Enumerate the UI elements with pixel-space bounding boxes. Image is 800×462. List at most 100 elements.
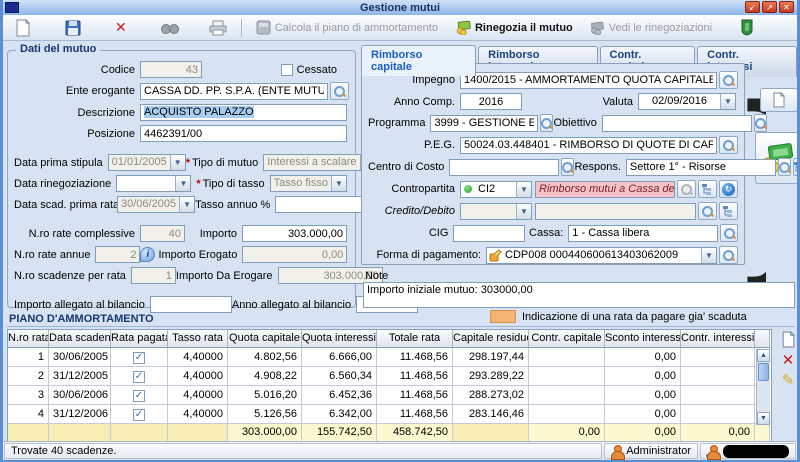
- table-row[interactable]: 2 31/12/2005 ✓ 4,40000 4.908,22 6.560,34…: [8, 367, 771, 386]
- search-icon: [702, 206, 713, 217]
- obiettivo-field[interactable]: [602, 115, 752, 132]
- importo-field[interactable]: [242, 225, 347, 242]
- ente-erogante-field[interactable]: [140, 83, 328, 100]
- search-icon: [334, 86, 345, 97]
- contropartita-tree-button[interactable]: [698, 180, 717, 198]
- info-icon[interactable]: i: [140, 247, 155, 262]
- programma-field[interactable]: [430, 115, 538, 132]
- tab-rimborso-capitale[interactable]: Rimborso capitale: [361, 45, 476, 76]
- calc-plan-icon: [256, 20, 271, 35]
- exit-button[interactable]: [734, 17, 760, 38]
- delete-row-icon[interactable]: ✕: [782, 353, 795, 368]
- new-installment-button[interactable]: [760, 88, 798, 112]
- col-data-scadenza[interactable]: Data scadenza: [49, 330, 111, 348]
- data-rinegoziazione-field[interactable]: ▼: [116, 175, 191, 192]
- cassa-label: Cassa:: [525, 227, 568, 239]
- col-quota-capitale[interactable]: Quota capitale: [228, 330, 302, 348]
- data-scad-prima-rata-label: Data scad. prima rata: [14, 199, 117, 211]
- respons-tree-button[interactable]: [793, 158, 800, 176]
- anno-comp-field[interactable]: [460, 93, 522, 110]
- dropdown-arrow-icon[interactable]: ▼: [701, 248, 716, 263]
- col-contr-capitale[interactable]: Contr. capitale: [529, 330, 605, 348]
- piano-divider: [7, 326, 795, 327]
- new-document-icon: [772, 92, 786, 108]
- piano-title: PIANO D'AMMORTAMENTO: [9, 313, 154, 325]
- peg-lookup-button[interactable]: [719, 136, 738, 154]
- forma-pagamento-field[interactable]: CDP008 000440600613403062009 ▼: [486, 247, 717, 264]
- data-scad-prima-rata-field: 30/06/2005 ▼: [117, 196, 195, 213]
- dropdown-arrow-icon[interactable]: ▼: [720, 94, 735, 109]
- posizione-label: Posizione: [14, 128, 140, 140]
- dropdown-arrow-icon[interactable]: ▼: [516, 182, 531, 197]
- table-row[interactable]: 3 30/06/2006 ✓ 4,40000 5.016,20 6.452,36…: [8, 386, 771, 405]
- rate-complessive-field: [140, 225, 185, 242]
- dati-mutuo-title: Dati del mutuo: [16, 43, 100, 55]
- new-row-icon[interactable]: [781, 331, 796, 348]
- forma-pagamento-label: Forma di pagamento:: [368, 249, 486, 261]
- rata-pagata-checkbox[interactable]: ✓: [133, 371, 145, 383]
- dropdown-arrow-icon[interactable]: ▼: [175, 176, 190, 191]
- maximize-button[interactable]: ↗: [762, 1, 777, 13]
- col-rata-pagata[interactable]: Rata pagata: [111, 330, 168, 348]
- col-nro-rata[interactable]: N.ro rata: [8, 330, 49, 348]
- minimize-button[interactable]: ↙: [745, 1, 760, 13]
- search-button[interactable]: [155, 19, 185, 37]
- valuta-field[interactable]: 02/09/2016 ▼: [638, 93, 736, 110]
- cig-field[interactable]: [453, 225, 525, 242]
- dati-mutuo-groupbox: Dati del mutuo Codice Cessato Ente eroga…: [7, 50, 356, 308]
- edit-row-icon[interactable]: ✎: [782, 373, 795, 388]
- cassa-lookup-button[interactable]: [720, 224, 738, 242]
- rinegozia-button[interactable]: Rinegozia il mutuo: [448, 18, 579, 37]
- table-row[interactable]: 1 30/06/2005 ✓ 4,40000 4.802,56 6.666,00…: [8, 348, 771, 367]
- note-label: Note: [365, 270, 388, 282]
- print-button[interactable]: [203, 18, 233, 38]
- posizione-field[interactable]: [140, 125, 347, 142]
- rata-pagata-checkbox[interactable]: ✓: [133, 390, 145, 402]
- rata-pagata-checkbox[interactable]: ✓: [133, 409, 145, 421]
- impegno-lookup-button[interactable]: [719, 71, 738, 89]
- table-row[interactable]: 4 31/12/2006 ✓ 4,40000 5.126,56 6.342,00…: [8, 405, 771, 424]
- col-tasso-rata[interactable]: Tasso rata: [168, 330, 228, 348]
- forma-pagamento-lookup-button[interactable]: [719, 246, 738, 264]
- tasso-annuo-label: Tasso annuo %: [195, 199, 275, 211]
- title-bar: Gestione mutui ↙ ↗ ✕: [3, 0, 797, 15]
- centro-costo-lookup-button[interactable]: [561, 158, 574, 176]
- col-sconto-interessi[interactable]: Sconto interessi: [605, 330, 681, 348]
- respons-lookup-button[interactable]: [778, 158, 791, 176]
- col-capitale-residuo[interactable]: Capitale residuo: [453, 330, 529, 348]
- importo-erogato-label: Importo Erogato: [158, 249, 237, 261]
- scrollbar-thumb[interactable]: [758, 363, 769, 381]
- ente-erogante-lookup-button[interactable]: [330, 82, 349, 100]
- centro-di-costo-field[interactable]: [449, 159, 559, 176]
- vedi-rinegoziazioni-button[interactable]: Vedi le rinegoziazioni: [583, 19, 718, 37]
- calcola-piano-button[interactable]: Calcola il piano di ammortamento: [250, 18, 444, 37]
- col-contr-interessi[interactable]: Contr. interessi: [681, 330, 755, 348]
- col-quota-interessi[interactable]: Quota interessi: [302, 330, 377, 348]
- credito-debito-tree-button[interactable]: [719, 202, 738, 220]
- respons-field[interactable]: [626, 159, 776, 176]
- contropartita-refresh-button[interactable]: ↻: [719, 180, 738, 198]
- table-scrollbar[interactable]: ▲ ▼: [756, 349, 770, 425]
- scroll-down-button[interactable]: ▼: [757, 412, 770, 425]
- credito-debito-lookup-button[interactable]: [698, 202, 717, 220]
- cessato-checkbox[interactable]: [281, 64, 293, 76]
- cassa-field[interactable]: [568, 225, 718, 242]
- impegno-field[interactable]: [460, 72, 717, 89]
- programma-lookup-button[interactable]: [540, 114, 553, 132]
- binoculars-icon: [161, 21, 179, 35]
- importo-label: Importo: [185, 228, 242, 240]
- save-button[interactable]: [59, 18, 87, 38]
- importo-allegato-field[interactable]: [150, 296, 232, 313]
- rata-pagata-checkbox[interactable]: ✓: [133, 352, 145, 364]
- new-button[interactable]: [9, 17, 37, 39]
- col-totale-rata[interactable]: Totale rata: [377, 330, 453, 348]
- delete-button[interactable]: ✕: [109, 17, 133, 38]
- obiettivo-lookup-button[interactable]: [754, 114, 767, 132]
- scroll-up-button[interactable]: ▲: [757, 349, 770, 362]
- descrizione-field[interactable]: ACQUISTO PALAZZO: [140, 104, 347, 121]
- peg-field[interactable]: [460, 137, 717, 154]
- required-mark: *: [196, 178, 200, 190]
- close-button[interactable]: ✕: [779, 1, 794, 13]
- note-field[interactable]: Importo iniziale mutuo: 303000,00: [363, 282, 795, 308]
- contropartita-code-field[interactable]: CI2 ▼: [460, 181, 532, 198]
